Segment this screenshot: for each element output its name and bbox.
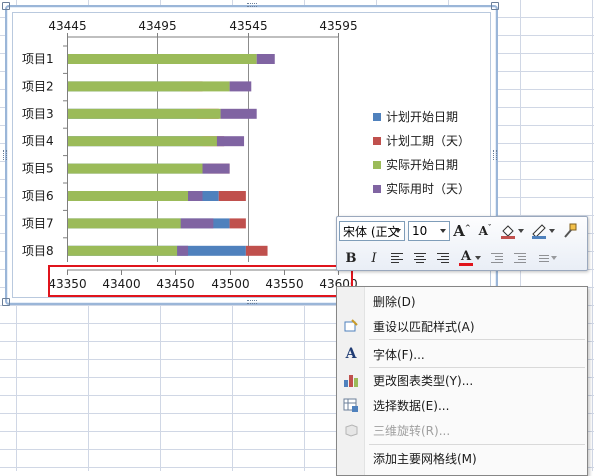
menu-item-delete[interactable]: 删除(D) [337,290,587,312]
resize-handle-left[interactable] [3,150,7,160]
chevron-down-icon [475,256,481,260]
align-right-icon [437,253,449,263]
align-left-button[interactable] [386,248,408,268]
chevron-down-icon [549,229,555,233]
menu-item-add-major-gridlines[interactable]: 添加主要网格线(M) [337,447,587,469]
chart-type-icon [337,369,365,391]
increase-indent-button[interactable] [509,248,531,268]
select-data-icon [337,394,365,416]
chevron-down-icon [551,256,557,260]
font-size-select[interactable]: 10 [408,221,450,241]
menu-item-label: 删除(D) [373,294,416,309]
mini-format-toolbar: 宋体 (正文 10 A ^ Aˇ B I A [336,216,588,271]
italic-glyph: I [371,250,377,266]
menu-item-label: 添加主要网格线(M) [373,451,477,466]
caret-down-icon: ˇ [487,222,492,232]
pen-outline-icon [532,224,546,239]
menu-item-label: 更改图表类型(Y)... [373,373,474,388]
align-right-button[interactable] [432,248,454,268]
shrink-font-glyph: A [478,224,488,238]
bold-button[interactable]: B [340,248,362,268]
format-painter-button[interactable] [559,221,581,241]
font-color-button[interactable]: A [455,248,485,268]
menu-item-change-chart-type[interactable]: 更改图表类型(Y)... [337,369,587,391]
resize-corner-bottom-left[interactable] [2,298,10,306]
italic-button[interactable]: I [363,248,385,268]
bullet-list-icon [537,254,549,262]
bullets-button[interactable] [532,248,562,268]
caret-up-icon: ^ [464,222,471,232]
font-name-value: 宋体 (正文 [343,224,400,239]
menu-item-3d-rotation: 三维旋转(R)... [337,419,587,441]
chevron-down-icon [518,229,524,233]
font-name-select[interactable]: 宋体 (正文 [339,221,405,241]
font-color-glyph: A [460,248,472,264]
3d-rotation-icon [337,419,365,441]
menu-separator [369,444,585,445]
paint-bucket-icon [501,225,515,239]
menu-item-select-data[interactable]: 选择数据(E)... [337,394,587,416]
align-center-icon [414,253,426,263]
resize-handle-top[interactable] [247,3,257,7]
font-color-swatch [459,262,473,266]
menu-item-label: 重设以匹配样式(A) [373,319,475,334]
align-left-icon [391,253,403,263]
resize-handle-right[interactable] [493,150,497,160]
menu-separator [369,367,585,368]
bold-glyph: B [345,250,357,266]
context-menu: 删除(D) 重设以匹配样式(A) A 字体(F)... 更改图表类型(Y)...… [336,286,588,476]
fill-color-button[interactable] [497,221,527,241]
grow-font-glyph: A [453,222,465,240]
grow-font-button[interactable]: A ^ [451,221,473,241]
font-icon: A [345,346,357,362]
menu-item-reset-style[interactable]: 重设以匹配样式(A) [337,315,587,337]
resize-corner-top-left[interactable] [2,2,10,10]
menu-separator [369,339,585,340]
brush-icon [564,223,577,238]
outline-color-button[interactable] [528,221,558,241]
decrease-indent-icon [491,253,503,263]
menu-item-font[interactable]: A 字体(F)... [337,343,587,365]
reset-style-icon [337,315,365,337]
axis-highlight-box [48,265,353,297]
resize-handle-bottom[interactable] [247,300,257,304]
menu-item-label: 选择数据(E)... [373,398,450,413]
resize-corner-top-right[interactable] [491,2,499,10]
chevron-down-icon [440,229,446,233]
chevron-down-icon [395,229,401,233]
shrink-font-button[interactable]: Aˇ [474,221,496,241]
menu-item-label: 三维旋转(R)... [373,423,451,438]
align-center-button[interactable] [409,248,431,268]
increase-indent-icon [514,253,526,263]
menu-item-label: 字体(F)... [373,347,425,362]
decrease-indent-button[interactable] [486,248,508,268]
font-size-value: 10 [412,224,428,238]
